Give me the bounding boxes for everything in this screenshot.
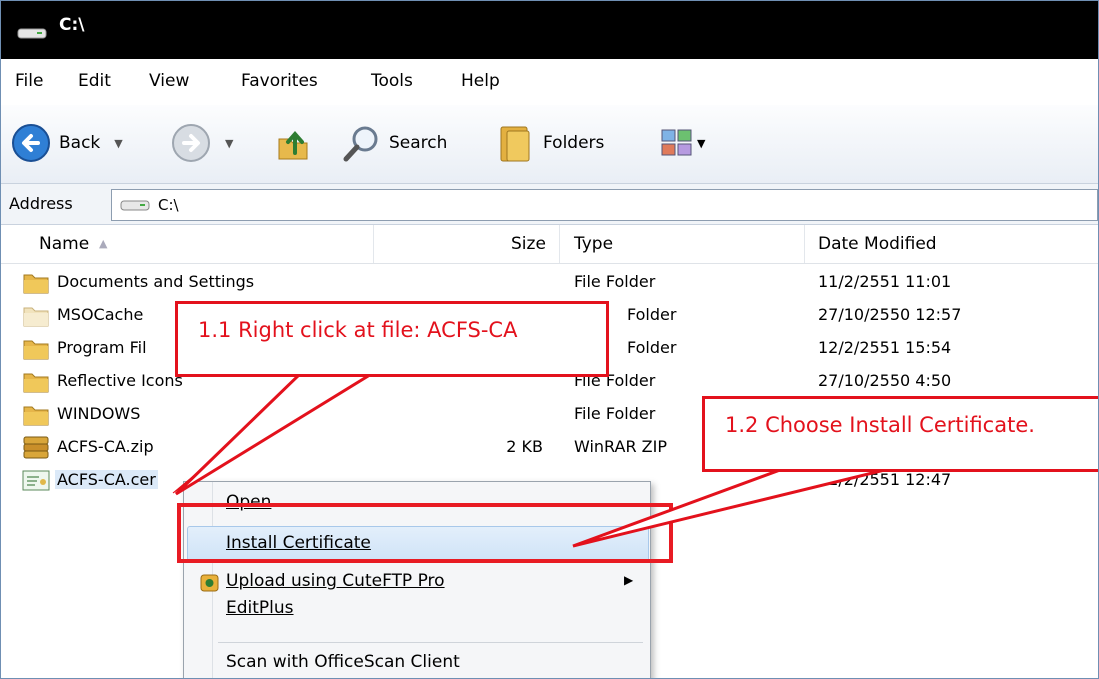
callout-step1: 1.1 Right click at file: ACFS-CA [175, 301, 609, 377]
callout-step2-text: 1.2 Choose Install Certificate. [725, 413, 1035, 437]
explorer-window: C:\ File Edit View Favorites Tools Help … [0, 0, 1099, 679]
callout-step1-text: 1.1 Right click at file: ACFS-CA [198, 318, 518, 342]
callout-step2: 1.2 Choose Install Certificate. [702, 396, 1098, 472]
